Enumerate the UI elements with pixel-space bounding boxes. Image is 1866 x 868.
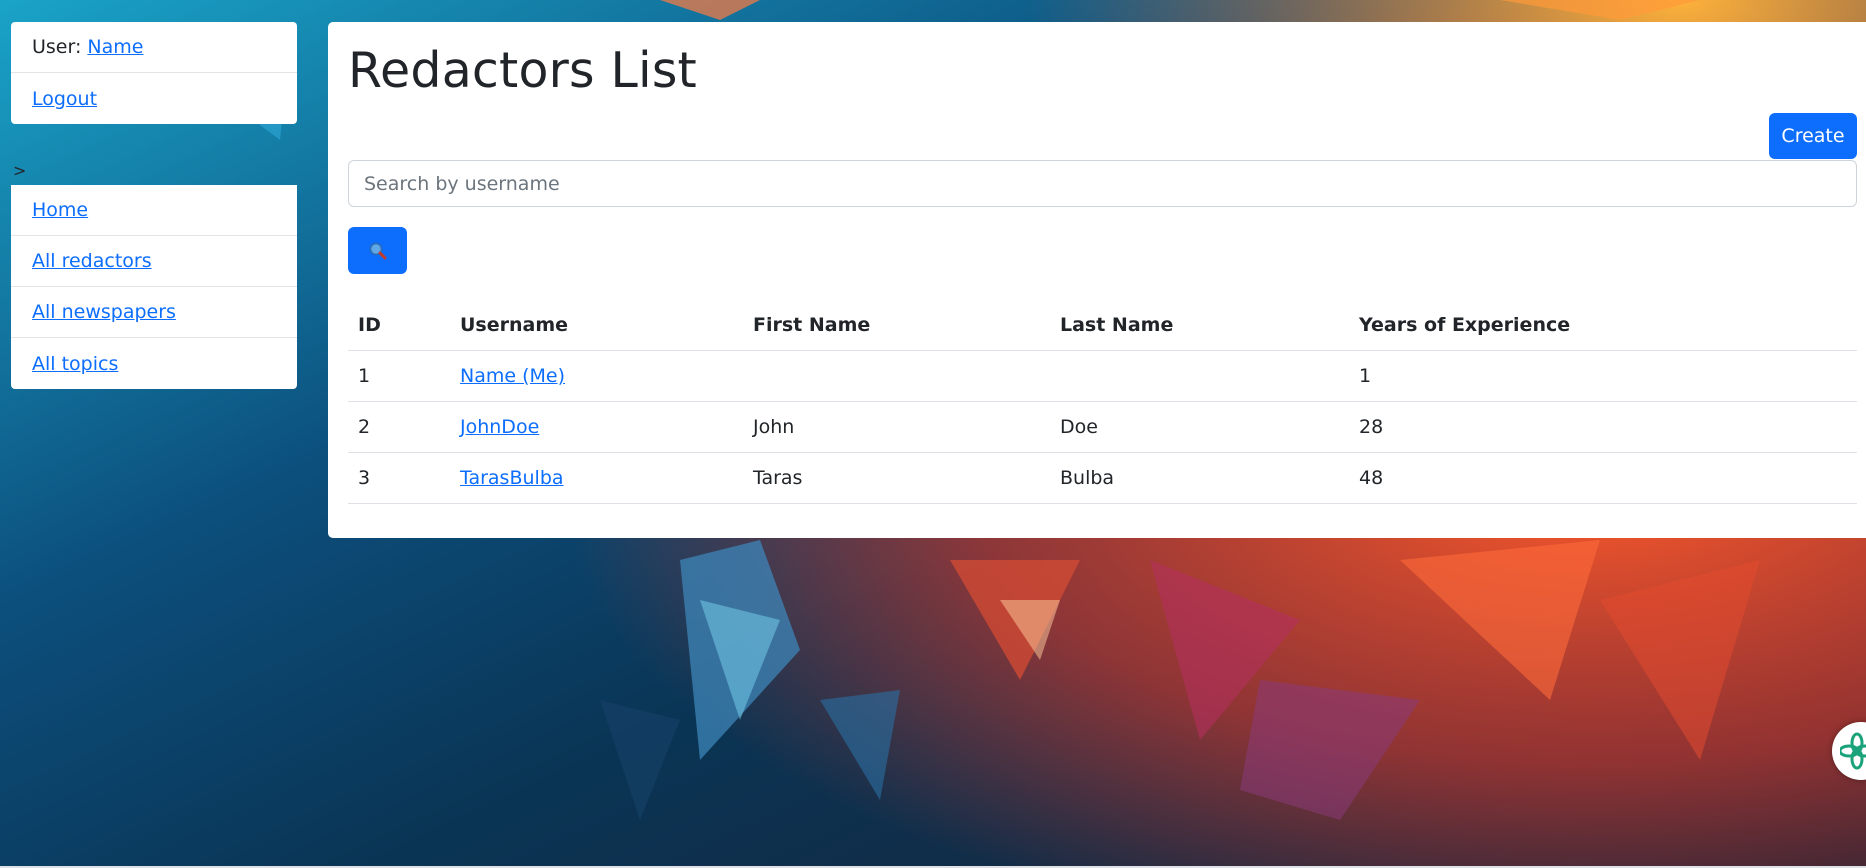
logout-link[interactable]: Logout: [32, 88, 97, 110]
sidebar-nav: Home All redactors All newspapers All to…: [11, 185, 297, 389]
flower-logo-icon: [1840, 732, 1866, 770]
nav-item-home: Home: [11, 185, 297, 236]
cell-username: Name (Me): [450, 350, 743, 402]
nav-link-home[interactable]: Home: [32, 199, 88, 221]
cell-username: TarasBulba: [450, 452, 743, 504]
header-id: ID: [348, 299, 450, 351]
nav-link-topics[interactable]: All topics: [32, 353, 118, 375]
cell-last-name: Doe: [1050, 401, 1349, 453]
nav-item-newspapers: All newspapers: [11, 287, 297, 338]
nav-item-topics: All topics: [11, 338, 297, 389]
table-row: 2 JohnDoe John Doe 28: [348, 401, 1857, 453]
username-link[interactable]: Name (Me): [460, 365, 565, 387]
search-button[interactable]: [348, 227, 407, 274]
user-card: User: Name Logout: [11, 22, 297, 124]
user-info-row: User: Name: [11, 22, 297, 73]
header-last-name: Last Name: [1050, 299, 1349, 351]
table-header-row: ID Username First Name Last Name Years o…: [348, 299, 1857, 351]
nav-link-redactors[interactable]: All redactors: [32, 250, 152, 272]
sidebar-toggle[interactable]: >: [13, 161, 26, 180]
nav-item-redactors: All redactors: [11, 236, 297, 287]
header-years: Years of Experience: [1349, 299, 1857, 351]
cell-id: 3: [348, 452, 450, 504]
cell-first-name: John: [743, 401, 1050, 453]
magnifier-icon: [369, 242, 386, 259]
table-row: 3 TarasBulba Taras Bulba 48: [348, 452, 1857, 504]
logout-row: Logout: [11, 73, 297, 124]
cell-id: 2: [348, 401, 450, 453]
create-button[interactable]: Create: [1769, 113, 1857, 159]
cell-years: 1: [1349, 350, 1857, 402]
redactors-table: ID Username First Name Last Name Years o…: [348, 299, 1857, 504]
username-link[interactable]: JohnDoe: [460, 416, 539, 438]
cell-id: 1: [348, 350, 450, 402]
header-first-name: First Name: [743, 299, 1050, 351]
cell-username: JohnDoe: [450, 401, 743, 453]
user-profile-link[interactable]: Name: [87, 36, 143, 58]
cell-last-name: [1050, 350, 1349, 402]
search-input[interactable]: [348, 160, 1857, 207]
username-link[interactable]: TarasBulba: [460, 467, 564, 489]
user-label: User:: [32, 36, 82, 58]
cell-first-name: [743, 350, 1050, 402]
header-username: Username: [450, 299, 743, 351]
cell-years: 48: [1349, 452, 1857, 504]
nav-link-newspapers[interactable]: All newspapers: [32, 301, 176, 323]
cell-last-name: Bulba: [1050, 452, 1349, 504]
main-panel: Redactors List Create ID Username First …: [328, 22, 1866, 538]
cell-first-name: Taras: [743, 452, 1050, 504]
table-row: 1 Name (Me) 1: [348, 350, 1857, 402]
page-title: Redactors List: [348, 42, 697, 99]
cell-years: 28: [1349, 401, 1857, 453]
